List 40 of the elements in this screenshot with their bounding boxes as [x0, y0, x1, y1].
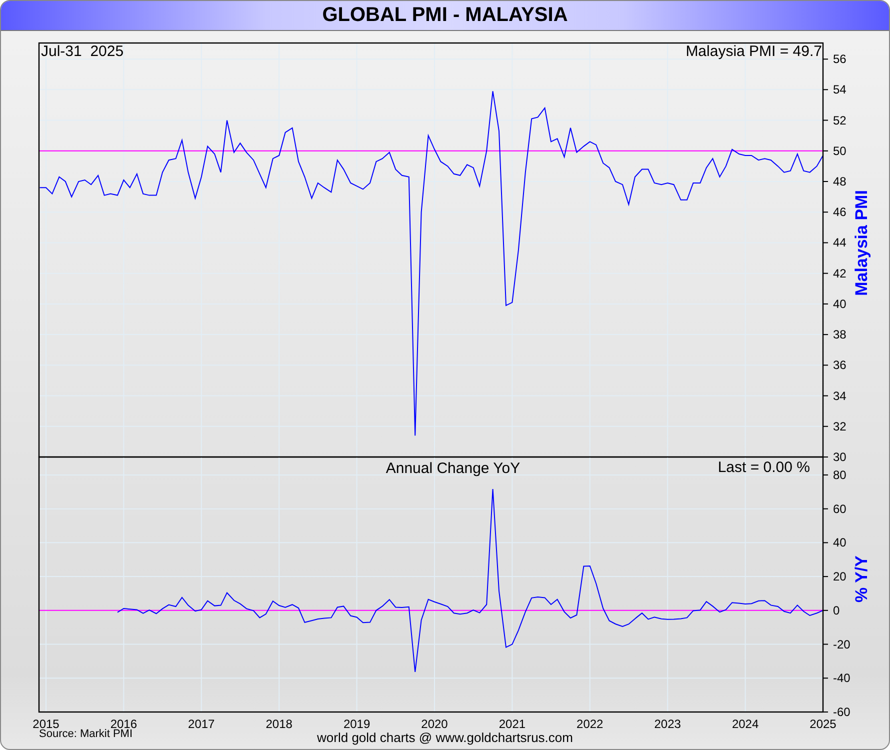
x-tick-label: 2017	[188, 717, 215, 731]
credit-text: world gold charts @ www.goldchartsrus.com	[317, 730, 573, 745]
x-tick-label: 2019	[343, 717, 370, 731]
y-tick-label: 52	[833, 113, 846, 128]
axis-title: % Y/Y	[852, 556, 871, 602]
y-tick-label: 36	[833, 358, 846, 372]
window-title: GLOBAL PMI - MALAYSIA	[1, 1, 889, 31]
x-tick-label: 2018	[266, 717, 292, 731]
y-tick-label: 0	[833, 603, 840, 618]
y-tick-label: 42	[833, 266, 846, 280]
y-tick-label: 20	[833, 570, 846, 584]
y-tick-label: -40	[833, 671, 850, 686]
y-tick-label: 40	[833, 536, 846, 550]
y-tick-label: -60	[833, 705, 850, 719]
chart-title: Annual Change YoY	[386, 460, 520, 477]
reading-label: Last = 0.00 %	[718, 459, 810, 476]
x-tick-label: 2023	[654, 717, 681, 731]
y-tick-label: 60	[833, 502, 846, 516]
y-tick-label: 40	[833, 296, 846, 311]
y-tick-label: 50	[833, 144, 846, 158]
y-tick-label: 56	[833, 52, 846, 66]
y-tick-label: 54	[833, 82, 846, 97]
y-tick-label: 38	[833, 328, 846, 342]
y-tick-label: 46	[833, 205, 846, 220]
x-tick-label: 2025	[810, 717, 836, 731]
x-tick-label: 2022	[576, 717, 604, 731]
y-tick-label: 30	[833, 450, 846, 464]
axis-title: Malaysia PMI	[852, 190, 871, 296]
x-tick-label: 2021	[498, 717, 526, 731]
x-tick-label: 2024	[732, 717, 759, 731]
x-tick-label: 2020	[421, 717, 448, 731]
reading-label: Malaysia PMI = 49.7	[686, 43, 822, 60]
y-tick-label: 80	[833, 468, 846, 482]
y-tick-label: 48	[833, 174, 846, 188]
y-tick-label: 32	[833, 419, 846, 434]
y-tick-label: 34	[833, 388, 846, 403]
y-tick-label: 44	[833, 236, 846, 250]
source-note: Source: Markit PMI	[39, 728, 133, 740]
y-tick-label: -20	[833, 637, 850, 652]
date-label: Jul-31 2025	[41, 43, 124, 60]
